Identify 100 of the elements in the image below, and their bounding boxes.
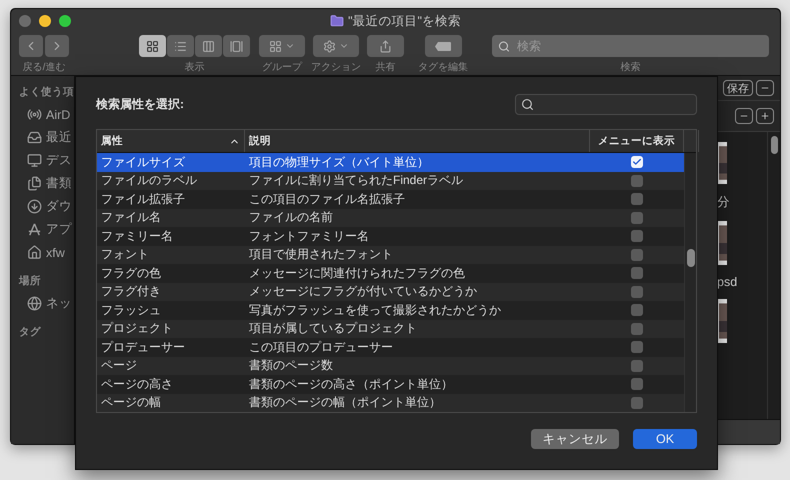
table-row[interactable]: フラグの色 メッセージに関連付けられたフラグの色 xyxy=(97,264,684,282)
toolbar-label: 共有 xyxy=(376,60,396,74)
cancel-button[interactable]: キャンセル xyxy=(531,429,619,449)
table-row[interactable]: ページ 書類のページ数 xyxy=(97,356,684,375)
table-row[interactable]: ページの幅 書類のページの幅（ポイント単位） xyxy=(97,394,684,412)
checkbox[interactable] xyxy=(631,248,643,261)
add-rule-button[interactable] xyxy=(756,108,774,124)
checkbox[interactable] xyxy=(631,212,643,224)
close-button[interactable] xyxy=(19,15,31,27)
check-icon xyxy=(632,157,642,168)
plus-icon xyxy=(760,111,770,121)
minimize-button[interactable] xyxy=(39,15,51,27)
column-header[interactable]: メニューに表示 xyxy=(590,130,684,152)
monitor-icon xyxy=(27,153,42,168)
table-row[interactable]: ファイル拡張子 この項目のファイル名拡張子 xyxy=(97,190,684,208)
attribute-name: ファイル拡張子 xyxy=(100,190,186,208)
remove-button[interactable] xyxy=(756,80,774,96)
checkbox[interactable] xyxy=(631,341,643,354)
attribute-description: メッセージに関連付けられたフラグの色 xyxy=(248,264,466,282)
forward-button[interactable] xyxy=(45,35,69,57)
table-row[interactable]: ファイルサイズ 項目の物理サイズ（バイト単位） xyxy=(97,153,684,172)
remove-rule-button[interactable] xyxy=(735,108,753,124)
attribute-description: この項目のファイル名拡張子 xyxy=(248,190,406,208)
tag-button[interactable] xyxy=(424,35,462,57)
gear-icon xyxy=(323,40,336,52)
back-button[interactable] xyxy=(19,35,43,57)
signal-icon xyxy=(27,107,42,122)
table-row[interactable]: ファイル名 ファイルの名前 xyxy=(97,208,684,227)
sidebar-item[interactable]: 書類 xyxy=(46,175,72,192)
column-header[interactable]: 説明 xyxy=(245,130,590,152)
zoom-button[interactable] xyxy=(59,15,71,27)
group-button[interactable] xyxy=(259,35,305,57)
attribute-description: 項目が属しているプロジェクト xyxy=(248,320,418,338)
attribute-description: 項目で使用されたフォント xyxy=(248,246,394,264)
attribute-name: フラッシュ xyxy=(100,302,162,319)
sidebar-item[interactable]: ダウ xyxy=(46,198,72,215)
attribute-name: ページの幅 xyxy=(100,394,162,412)
checkbox[interactable] xyxy=(631,267,643,280)
sidebar-item[interactable]: ネッ xyxy=(46,295,72,312)
toolbar-label: 検索 xyxy=(620,60,640,74)
attribute-description: 書類のページの幅（ポイント単位） xyxy=(248,394,442,412)
table-row[interactable]: フォント 項目で使用されたフォント xyxy=(97,246,684,264)
sidebar-section-title: 場所 xyxy=(19,274,42,288)
view-mode-button[interactable] xyxy=(195,35,222,57)
checkbox[interactable] xyxy=(631,174,643,187)
checkbox[interactable] xyxy=(631,230,643,242)
attribute-name: プロジェクト xyxy=(100,320,174,338)
sidebar-item[interactable]: デス xyxy=(46,152,72,169)
save-button[interactable]: 保存 xyxy=(723,80,753,96)
view-mode-button[interactable] xyxy=(167,35,194,57)
gallery-icon xyxy=(230,40,243,52)
table-row[interactable]: プロデューサー この項目のプロデューサー xyxy=(97,338,684,356)
view-mode-button[interactable] xyxy=(139,35,166,57)
tray-icon xyxy=(27,130,42,145)
column-header[interactable]: 属性 xyxy=(97,130,245,152)
share-button[interactable] xyxy=(367,35,404,57)
ok-button[interactable]: OK xyxy=(633,429,697,449)
table-row[interactable]: フラグ付き メッセージにフラグが付いているかどうか xyxy=(97,282,684,301)
table-row[interactable]: プロジェクト 項目が属しているプロジェクト xyxy=(97,320,684,338)
dialog-title: 検索属性を選択: xyxy=(96,96,184,112)
checkbox[interactable] xyxy=(631,322,643,335)
download-icon xyxy=(27,199,42,214)
checkbox[interactable] xyxy=(631,396,643,409)
checkbox[interactable] xyxy=(631,360,643,372)
table-row[interactable]: フラッシュ 写真がフラッシュを使って撮影されたかどうか xyxy=(97,301,684,320)
table-row[interactable]: ファイルのラベル ファイルに割り当てられたFinderラベル xyxy=(97,172,684,190)
view-mode-button[interactable] xyxy=(223,35,250,57)
sidebar-item[interactable]: AirD xyxy=(46,108,70,122)
home-icon xyxy=(27,245,42,260)
globe-icon xyxy=(27,296,42,311)
attribute-description: 書類のページの高さ（ポイント単位） xyxy=(248,376,454,393)
scrollbar-thumb[interactable] xyxy=(770,136,778,154)
checkbox[interactable] xyxy=(631,156,643,168)
applications-icon xyxy=(27,222,42,237)
action-button[interactable] xyxy=(313,35,359,57)
sidebar-item[interactable]: xfw xyxy=(46,246,65,260)
attribute-name: プロデューサー xyxy=(100,338,186,356)
table-row[interactable]: ファミリー名 フォントファミリー名 xyxy=(97,227,684,246)
toolbar-label: 戻る/進む xyxy=(22,60,66,74)
documents-icon xyxy=(27,176,42,191)
attribute-description: ファイルの名前 xyxy=(248,209,334,226)
attribute-name: フラグ付き xyxy=(100,283,162,300)
search-icon xyxy=(498,40,510,52)
attribute-name: ファイルサイズ xyxy=(100,154,186,171)
checkbox[interactable] xyxy=(631,304,643,316)
table-row[interactable]: ページの高さ 書類のページの高さ（ポイント単位） xyxy=(97,375,684,394)
attribute-name: ファイルのラベル xyxy=(100,172,198,190)
scrollbar-thumb[interactable] xyxy=(686,249,694,267)
toolbar-label: グループ xyxy=(262,60,302,74)
checkbox[interactable] xyxy=(631,193,643,206)
attribute-name: ファイル名 xyxy=(100,209,162,226)
sidebar-item[interactable]: アプ xyxy=(46,221,72,238)
attribute-description: メッセージにフラグが付いているかどうか xyxy=(248,283,478,300)
grid-icon xyxy=(146,40,159,52)
search-field[interactable] xyxy=(515,94,697,114)
checkbox[interactable] xyxy=(631,286,643,298)
attribute-name: フォント xyxy=(100,246,150,264)
sidebar-section-title: タグ xyxy=(19,325,42,339)
sidebar-item[interactable]: 最近 xyxy=(46,129,72,146)
checkbox[interactable] xyxy=(631,378,643,390)
